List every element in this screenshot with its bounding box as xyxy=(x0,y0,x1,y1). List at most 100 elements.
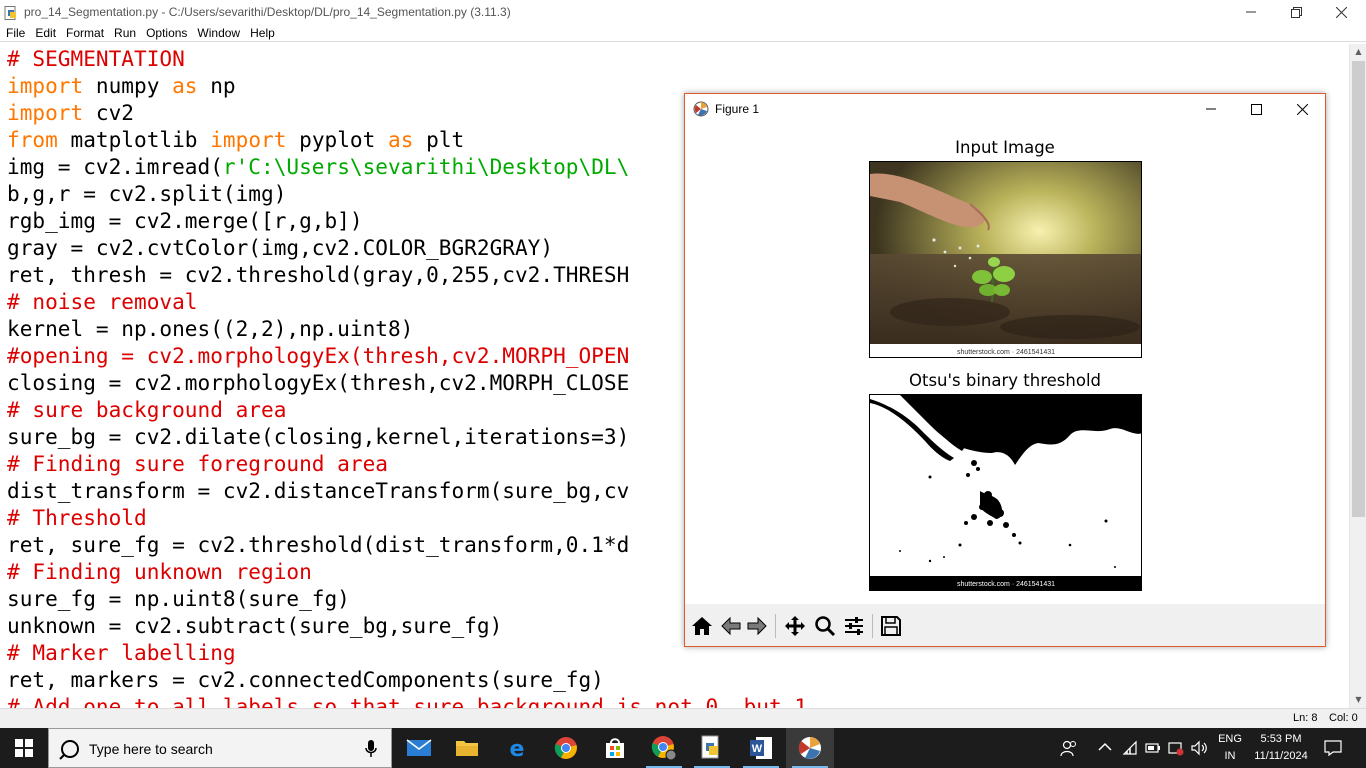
minimize-button[interactable] xyxy=(1228,0,1274,24)
minimize-icon xyxy=(1206,108,1216,110)
status-col: Col: 0 xyxy=(1329,712,1358,724)
menu-edit[interactable]: Edit xyxy=(29,26,60,40)
scroll-down-icon[interactable]: ▼ xyxy=(1350,692,1366,708)
python-idle-app[interactable] xyxy=(688,728,736,768)
code-line[interactable]: closing = cv2.morphologyEx(thresh,cv2.MO… xyxy=(7,369,629,396)
save-button[interactable] xyxy=(878,614,904,638)
minimize-icon xyxy=(1246,11,1256,13)
code-token: dist_transform = cv2.distanceTransform(s… xyxy=(7,478,630,503)
code-line[interactable]: # Threshold xyxy=(7,504,147,531)
code-line[interactable]: # noise removal xyxy=(7,288,198,315)
code-token: np xyxy=(197,73,236,98)
people-icon[interactable] xyxy=(1060,739,1078,757)
code-token: import xyxy=(7,100,84,125)
scroll-thumb[interactable] xyxy=(1352,61,1365,517)
code-line[interactable]: # Marker labelling xyxy=(7,639,236,666)
code-token: kernel = np.ones((2,2),np.uint8) xyxy=(7,316,414,341)
idle-titlebar: pro_14_Segmentation.py - C:/Users/sevari… xyxy=(0,0,1366,24)
code-line[interactable]: gray = cv2.cvtColor(img,cv2.COLOR_BGR2GR… xyxy=(7,234,553,261)
mail-app[interactable] xyxy=(395,728,443,768)
clock-date[interactable]: 11/11/2024 xyxy=(1248,750,1314,762)
figure-close-button[interactable] xyxy=(1280,96,1324,122)
vertical-scrollbar[interactable]: ▲ ▼ xyxy=(1349,44,1366,708)
chrome-icon xyxy=(554,737,577,759)
zoom-button[interactable] xyxy=(812,614,838,638)
code-line[interactable]: rgb_img = cv2.merge([r,g,b]) xyxy=(7,207,363,234)
code-line[interactable]: #opening = cv2.morphologyEx(thresh,cv2.M… xyxy=(7,342,629,369)
close-icon xyxy=(1335,6,1347,18)
code-line[interactable]: img = cv2.imread(r'C:\Users\sevarithi\De… xyxy=(7,153,629,180)
file-explorer-app[interactable] xyxy=(443,728,491,768)
clock-time[interactable]: 5:53 PM xyxy=(1248,733,1314,745)
configure-subplots-button[interactable] xyxy=(841,614,867,638)
code-line[interactable]: # SEGMENTATION xyxy=(7,45,185,72)
code-token: # SEGMENTATION xyxy=(7,46,185,71)
home-button[interactable] xyxy=(689,614,715,638)
chevron-up-icon[interactable] xyxy=(1098,742,1112,752)
code-line[interactable]: kernel = np.ones((2,2),np.uint8) xyxy=(7,315,413,342)
matplotlib-figure-app[interactable] xyxy=(786,728,834,768)
restore-icon xyxy=(1290,6,1302,18)
battery-icon[interactable] xyxy=(1145,741,1161,755)
back-button[interactable] xyxy=(718,614,744,638)
notification-icon[interactable] xyxy=(1324,739,1342,757)
code-line[interactable]: import cv2 xyxy=(7,99,134,126)
code-line[interactable]: # sure background area xyxy=(7,396,286,423)
python-file-icon xyxy=(4,5,18,20)
store-app[interactable] xyxy=(591,728,639,768)
search-box[interactable]: Type here to search xyxy=(48,728,392,768)
code-token: img = cv2.imread( xyxy=(7,154,223,179)
scroll-up-icon[interactable]: ▲ xyxy=(1350,44,1366,60)
code-line[interactable]: dist_transform = cv2.distanceTransform(s… xyxy=(7,477,629,504)
figure-titlebar[interactable]: Figure 1 xyxy=(685,94,1325,124)
chrome-profile-app[interactable] xyxy=(640,728,688,768)
figure-maximize-button[interactable] xyxy=(1234,96,1278,122)
code-line[interactable]: import numpy as np xyxy=(7,72,236,99)
menu-run[interactable]: Run xyxy=(108,26,140,40)
code-line[interactable]: unknown = cv2.subtract(sure_bg,sure_fg) xyxy=(7,612,502,639)
restore-button[interactable] xyxy=(1273,0,1319,24)
code-token: # Finding sure foreground area xyxy=(7,451,388,476)
code-line[interactable]: ret, markers = cv2.connectedComponents(s… xyxy=(7,666,604,693)
matplotlib-icon xyxy=(798,737,821,759)
close-icon xyxy=(1296,103,1308,115)
code-line[interactable]: b,g,r = cv2.split(img) xyxy=(7,180,286,207)
code-line[interactable]: # Add one to all labels so that sure bac… xyxy=(7,693,807,708)
code-line[interactable]: sure_fg = np.uint8(sure_fg) xyxy=(7,585,350,612)
svg-text:W: W xyxy=(752,743,763,755)
axes1-title: Input Image xyxy=(955,138,1055,157)
word-app[interactable]: W xyxy=(737,728,785,768)
code-line[interactable]: ret, sure_fg = cv2.threshold(dist_transf… xyxy=(7,531,629,558)
volume-icon[interactable] xyxy=(1191,740,1209,756)
menu-window[interactable]: Window xyxy=(191,26,244,40)
code-token: unknown = cv2.subtract(sure_bg,sure_fg) xyxy=(7,613,503,638)
region-indicator[interactable]: IN xyxy=(1214,750,1246,762)
figure-toolbar xyxy=(685,604,1325,646)
code-line[interactable]: sure_bg = cv2.dilate(closing,kernel,iter… xyxy=(7,423,629,450)
code-line[interactable]: # Finding sure foreground area xyxy=(7,450,388,477)
pan-button[interactable] xyxy=(782,614,808,638)
microphone-icon[interactable] xyxy=(365,740,377,758)
menu-options[interactable]: Options xyxy=(140,26,191,40)
chrome-app[interactable] xyxy=(542,728,590,768)
menu-format[interactable]: Format xyxy=(60,26,108,40)
code-line[interactable]: # Finding unknown region xyxy=(7,558,312,585)
network-icon[interactable] xyxy=(1122,740,1138,756)
language-indicator[interactable]: ENG xyxy=(1214,733,1246,745)
edge-app[interactable]: e xyxy=(493,728,541,768)
forward-button[interactable] xyxy=(744,614,770,638)
input-image: shutterstock.com · 2461541431 xyxy=(869,161,1142,358)
close-button[interactable] xyxy=(1318,0,1364,24)
menu-help[interactable]: Help xyxy=(244,26,279,40)
python-idle-icon xyxy=(701,735,719,759)
menu-file[interactable]: File xyxy=(0,26,29,40)
edge-icon: e xyxy=(510,737,525,760)
figure-window[interactable]: Figure 1 Input Image shutterstock.com · … xyxy=(684,93,1326,647)
search-icon xyxy=(59,740,79,760)
figure-minimize-button[interactable] xyxy=(1189,96,1233,122)
code-line[interactable]: ret, thresh = cv2.threshold(gray,0,255,c… xyxy=(7,261,629,288)
battery-saver-icon[interactable] xyxy=(1168,740,1184,756)
code-line[interactable]: from matplotlib import pyplot as plt xyxy=(7,126,464,153)
start-button[interactable] xyxy=(0,728,48,768)
figure-title: Figure 1 xyxy=(715,102,760,116)
